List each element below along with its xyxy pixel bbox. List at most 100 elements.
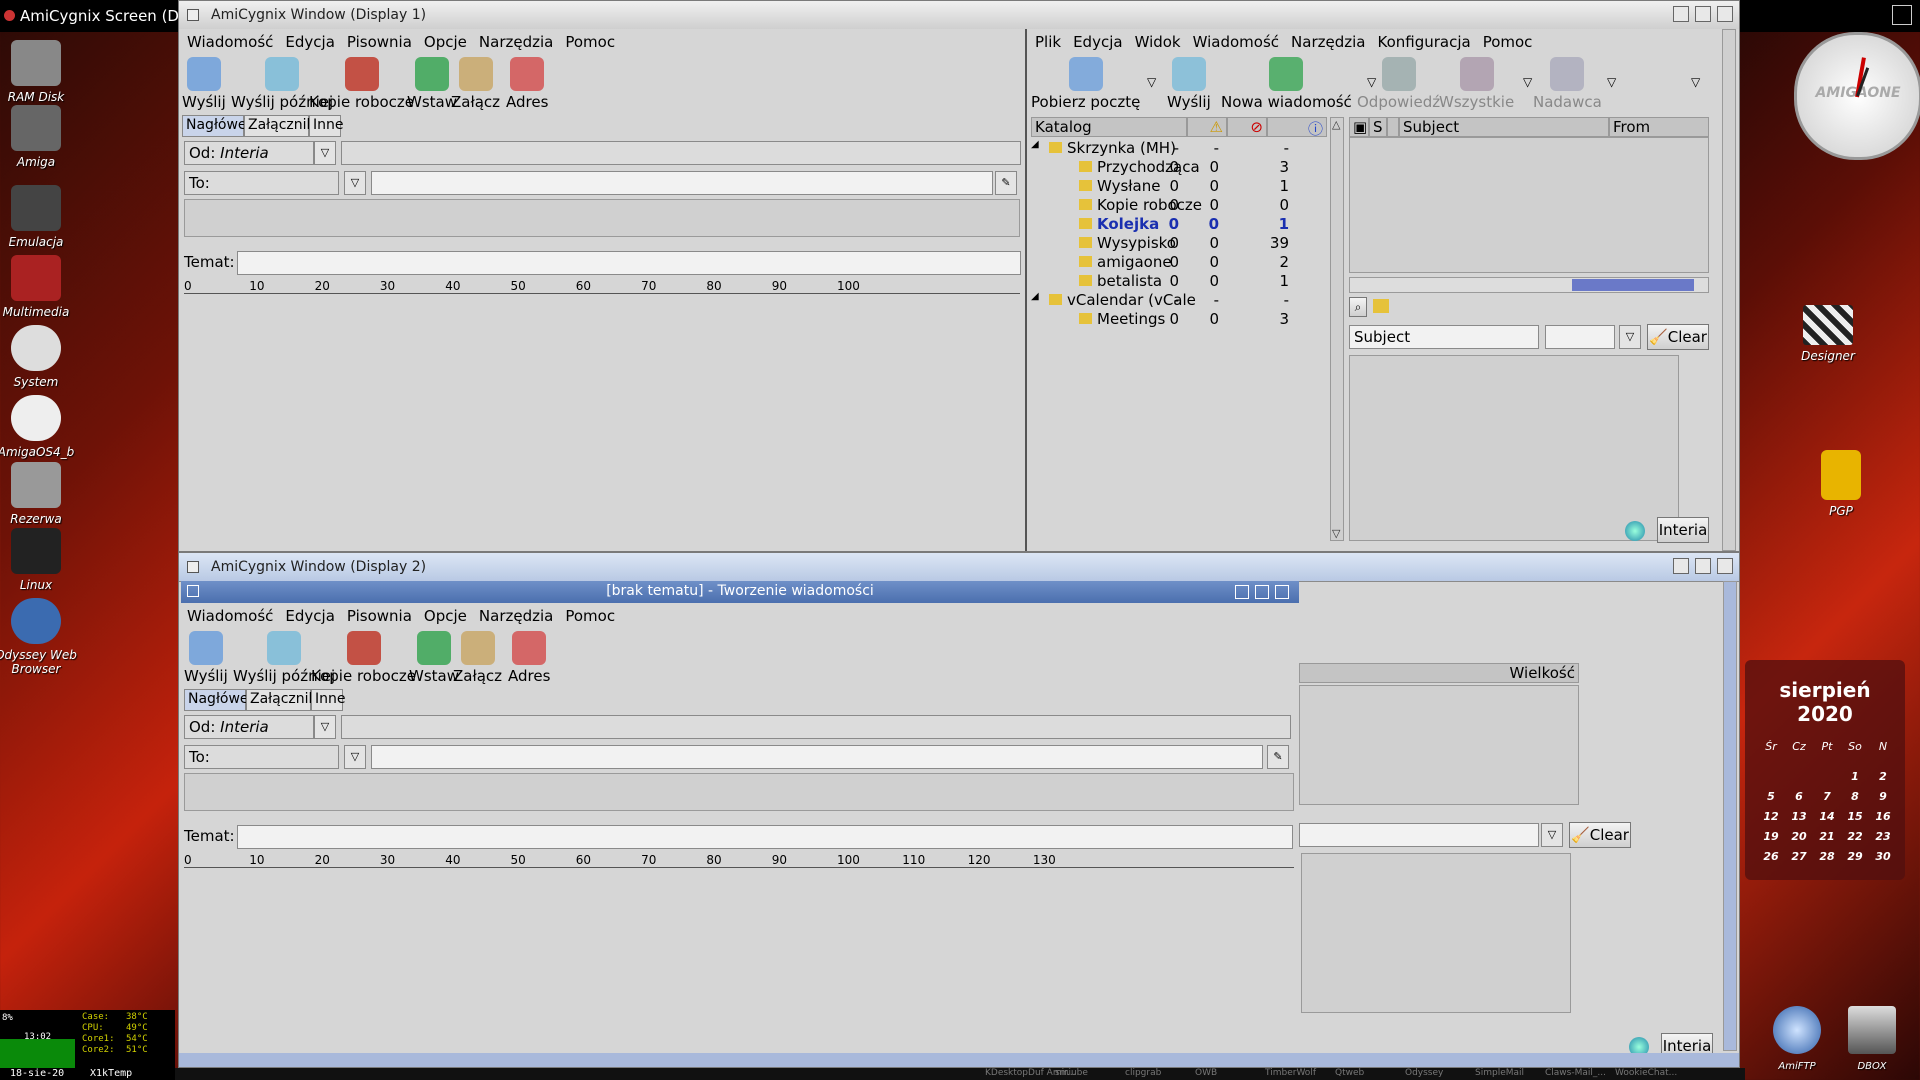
message-body[interactable] xyxy=(184,869,1294,1065)
addressbook-button[interactable]: Adres xyxy=(508,631,550,685)
calendar-day[interactable]: 29 xyxy=(1841,850,1869,870)
to-input[interactable] xyxy=(371,171,993,195)
send-button[interactable]: Wyślij xyxy=(182,57,226,111)
desktop-icon-system[interactable]: System xyxy=(0,325,96,389)
expand-icon[interactable]: ◢ xyxy=(1031,139,1039,150)
calendar-day[interactable]: 2 xyxy=(1869,770,1897,790)
tab-załączniki[interactable]: Załączniki xyxy=(244,115,319,137)
search-icon[interactable]: ⌕ xyxy=(1349,297,1367,317)
menu-edycja[interactable]: Edycja xyxy=(285,33,334,51)
menu-edycja[interactable]: Edycja xyxy=(1073,33,1122,51)
chevron-down-icon[interactable]: ▽ xyxy=(344,745,366,769)
hscroll-thumb[interactable] xyxy=(1572,279,1694,291)
menu-narzędzia[interactable]: Narzędzia xyxy=(1291,33,1365,51)
taskbar-item[interactable]: Qtweb xyxy=(1335,1068,1364,1078)
calendar-day[interactable]: 19 xyxy=(1757,830,1785,850)
attach-button[interactable]: Załącz xyxy=(453,631,502,685)
clear-button[interactable]: 🧹Clear xyxy=(1647,324,1709,350)
menu-pomoc[interactable]: Pomoc xyxy=(565,607,615,625)
desktop-icon-designer[interactable]: Designer xyxy=(1768,305,1888,363)
depth-gadget-icon[interactable] xyxy=(1717,558,1733,574)
calendar-day[interactable]: 21 xyxy=(1813,830,1841,850)
unread-icon[interactable]: ⊘ xyxy=(1227,117,1267,137)
recipients-list[interactable] xyxy=(184,773,1294,811)
compose-window-2-titlebar[interactable]: [brak tematu] - Tworzenie wiadomości xyxy=(181,581,1299,603)
folder-row[interactable]: Przychodząca 0 0 3 xyxy=(1031,158,1331,177)
menu-wiadomość[interactable]: Wiadomość xyxy=(187,607,273,625)
chevron-down-icon[interactable]: ▽ xyxy=(314,141,336,165)
calendar-day[interactable]: 7 xyxy=(1813,790,1841,810)
menu-edycja[interactable]: Edycja xyxy=(285,607,334,625)
chevron-down-icon[interactable]: ▽ xyxy=(1607,75,1616,89)
menu-opcje[interactable]: Opcje xyxy=(424,607,467,625)
scroll-up-icon[interactable]: △ xyxy=(1332,118,1340,131)
taskbar-item[interactable]: TimberWolf xyxy=(1265,1068,1316,1078)
desktop-icon-multimedia[interactable]: Multimedia xyxy=(0,255,96,319)
menu-konfiguracja[interactable]: Konfiguracja xyxy=(1377,33,1470,51)
calendar-day[interactable]: 6 xyxy=(1785,790,1813,810)
chevron-down-icon[interactable]: ▽ xyxy=(1523,75,1532,89)
reply-all-button[interactable]: Wszystkie xyxy=(1439,57,1514,111)
online-icon[interactable] xyxy=(1625,521,1645,541)
calendar-day[interactable]: 1 xyxy=(1841,770,1869,790)
calendar-day[interactable]: 27 xyxy=(1785,850,1813,870)
maximize-icon[interactable] xyxy=(1255,585,1269,599)
subject-column-header[interactable]: Subject xyxy=(1399,117,1609,137)
calendar-day[interactable]: 28 xyxy=(1813,850,1841,870)
scroll-down-icon[interactable]: ▽ xyxy=(1332,527,1340,540)
zoom-gadget-icon[interactable] xyxy=(1695,558,1711,574)
addressbook-icon[interactable]: ✎ xyxy=(995,171,1017,195)
close-gadget-icon[interactable] xyxy=(187,561,199,573)
amiga-menu-icon[interactable] xyxy=(4,10,15,21)
calendar-day[interactable]: 5 xyxy=(1757,790,1785,810)
menu-narzędzia[interactable]: Narzędzia xyxy=(479,33,553,51)
taskbar-item[interactable]: Claws-Mail_... xyxy=(1545,1068,1606,1078)
window-scrollbar[interactable] xyxy=(1723,581,1737,1051)
chevron-down-icon[interactable]: ▽ xyxy=(314,715,336,739)
folder-row[interactable]: ◢ vCalendar (vCale - - - xyxy=(1031,291,1331,310)
calendar-day[interactable]: 8 xyxy=(1841,790,1869,810)
tab-nagłówek[interactable]: Nagłówek xyxy=(184,689,257,711)
calendar-day[interactable]: 26 xyxy=(1757,850,1785,870)
subject-input[interactable] xyxy=(237,825,1293,849)
chevron-down-icon[interactable]: ▽ xyxy=(344,171,366,195)
drafts-button[interactable]: Kopie robocze xyxy=(311,631,416,685)
calendar-day[interactable]: 13 xyxy=(1785,810,1813,830)
desktop-icon-amiga[interactable]: Amiga xyxy=(0,105,96,169)
drafts-button[interactable]: Kopie robocze xyxy=(309,57,414,111)
desktop-icon-linux[interactable]: Linux xyxy=(0,528,96,592)
menu-pisownia[interactable]: Pisownia xyxy=(347,607,412,625)
folder-icon[interactable] xyxy=(1373,299,1389,313)
chevron-down-icon[interactable]: ▽ xyxy=(1619,325,1641,349)
calendar-day[interactable]: 15 xyxy=(1841,810,1869,830)
status-column-header[interactable]: S xyxy=(1369,117,1387,137)
send-button[interactable]: Wyślij xyxy=(184,631,228,685)
menu-narzędzia[interactable]: Narzędzia xyxy=(479,607,553,625)
calendar-day[interactable]: 23 xyxy=(1869,830,1897,850)
search-input[interactable] xyxy=(1545,325,1615,349)
attach-button[interactable]: Załącz xyxy=(451,57,500,111)
taskbar-item[interactable]: smiube xyxy=(1055,1068,1088,1078)
depth-gadget-icon[interactable] xyxy=(1717,6,1733,22)
taskbar-item[interactable]: clipgrab xyxy=(1125,1068,1161,1078)
chevron-down-icon[interactable]: ▽ xyxy=(1541,823,1563,847)
menu-wiadomość[interactable]: Wiadomość xyxy=(1193,33,1279,51)
message-list-hscroll[interactable] xyxy=(1349,277,1709,293)
warning-icon[interactable]: ⚠ xyxy=(1187,117,1227,137)
calendar-day[interactable]: 20 xyxy=(1785,830,1813,850)
desktop-icon-dbox[interactable]: DBOX xyxy=(1812,1006,1920,1072)
to-input[interactable] xyxy=(371,745,1263,769)
account-button[interactable]: Interia xyxy=(1657,517,1709,543)
message-list[interactable] xyxy=(1349,137,1709,273)
from-column-header[interactable]: From xyxy=(1609,117,1709,137)
calendar-day[interactable]: 30 xyxy=(1869,850,1897,870)
folder-row[interactable]: Wysypisko 0 0 39 xyxy=(1031,234,1331,253)
tab-załączniki[interactable]: Załączniki xyxy=(246,689,321,711)
screen-depth-gadget[interactable] xyxy=(1892,5,1912,25)
menu-pomoc[interactable]: Pomoc xyxy=(1483,33,1533,51)
desktop-icon-amigaos4-b[interactable]: AmigaOS4_b xyxy=(0,395,96,459)
horizontal-scrollbar[interactable] xyxy=(179,1053,1739,1067)
iconify-gadget-icon[interactable] xyxy=(1673,558,1689,574)
message-list[interactable] xyxy=(1299,685,1579,805)
calendar-day[interactable] xyxy=(1785,760,1813,780)
